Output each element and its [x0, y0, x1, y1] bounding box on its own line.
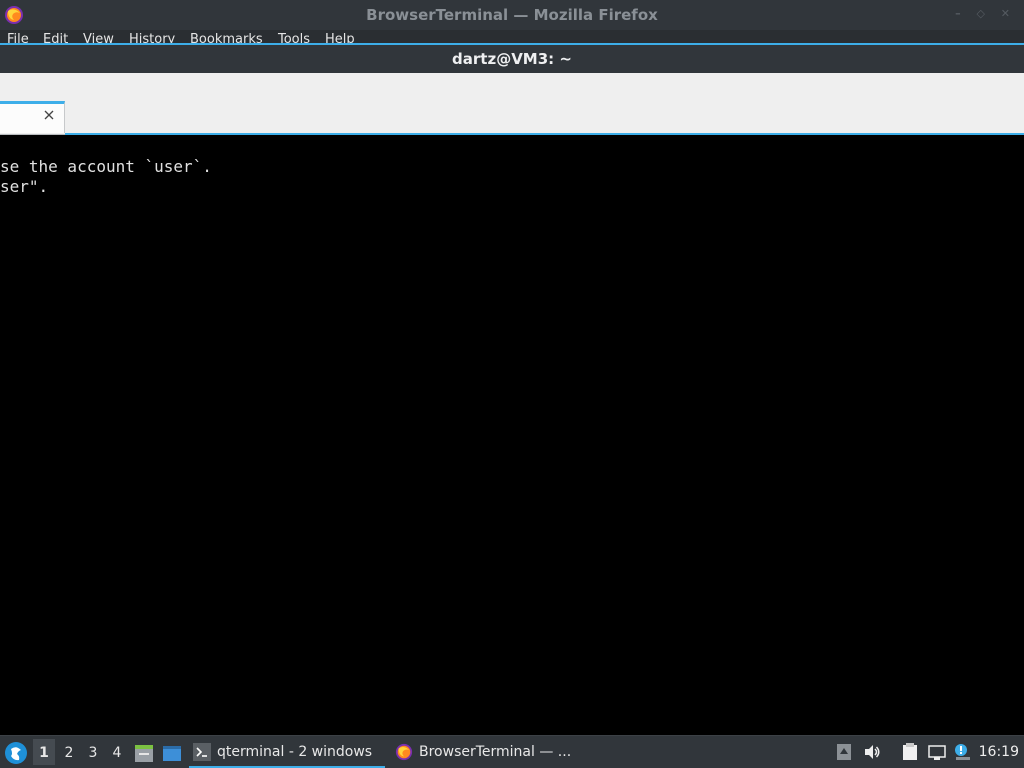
- terminal-tabbar: [0, 73, 1024, 135]
- start-menu-icon[interactable]: [4, 741, 28, 765]
- terminal-titlebar[interactable]: dartz@VM3: ~: [0, 43, 1024, 73]
- firefox-menubar: File Edit View History Bookmarks Tools H…: [0, 30, 1024, 44]
- close-tab-icon[interactable]: [42, 108, 56, 122]
- firefox-titlebar: BrowserTerminal — Mozilla Firefox – ◇ ✕: [0, 0, 1024, 30]
- task-label: qterminal - 2 windows: [217, 744, 373, 760]
- terminal-icon: [193, 743, 211, 761]
- firefox-icon: [395, 743, 413, 761]
- terminal-window: dartz@VM3: ~ se the account `user`. ser"…: [0, 43, 1024, 735]
- tray-expand-icon[interactable]: [835, 743, 853, 761]
- clock[interactable]: 16:19: [979, 744, 1019, 760]
- terminal-window-title: dartz@VM3: ~: [452, 50, 572, 68]
- firefox-window-controls: – ◇ ✕: [955, 7, 1016, 20]
- firefox-window-title: BrowserTerminal — Mozilla Firefox: [366, 6, 658, 24]
- update-notifier-icon[interactable]: [953, 743, 971, 761]
- desktop-4-button[interactable]: 4: [109, 745, 125, 761]
- file-manager-icon[interactable]: [133, 742, 155, 764]
- terminal-line: ser".: [0, 177, 49, 196]
- desktop-2-button[interactable]: 2: [61, 745, 77, 761]
- volume-icon[interactable]: [863, 743, 881, 761]
- show-desktop-icon[interactable]: [161, 742, 183, 764]
- terminal-tab[interactable]: [0, 101, 65, 133]
- taskbar-task-firefox[interactable]: BrowserTerminal — ...: [391, 736, 581, 768]
- maximize-icon[interactable]: ◇: [976, 7, 990, 20]
- desktop-1-button[interactable]: 1: [33, 739, 55, 765]
- network-icon[interactable]: [928, 743, 946, 761]
- task-label: BrowserTerminal — ...: [419, 744, 572, 760]
- taskbar: 1 2 3 4 qterminal - 2 windows BrowserTer…: [0, 735, 1024, 768]
- taskbar-task-qterminal[interactable]: qterminal - 2 windows: [189, 736, 385, 768]
- clipboard-icon[interactable]: [901, 743, 919, 761]
- close-icon[interactable]: ✕: [1001, 7, 1016, 20]
- terminal-output[interactable]: se the account `user`. ser".: [0, 135, 1024, 735]
- minimize-icon[interactable]: –: [955, 7, 967, 20]
- desktop-3-button[interactable]: 3: [85, 745, 101, 761]
- terminal-line: se the account `user`.: [0, 157, 212, 176]
